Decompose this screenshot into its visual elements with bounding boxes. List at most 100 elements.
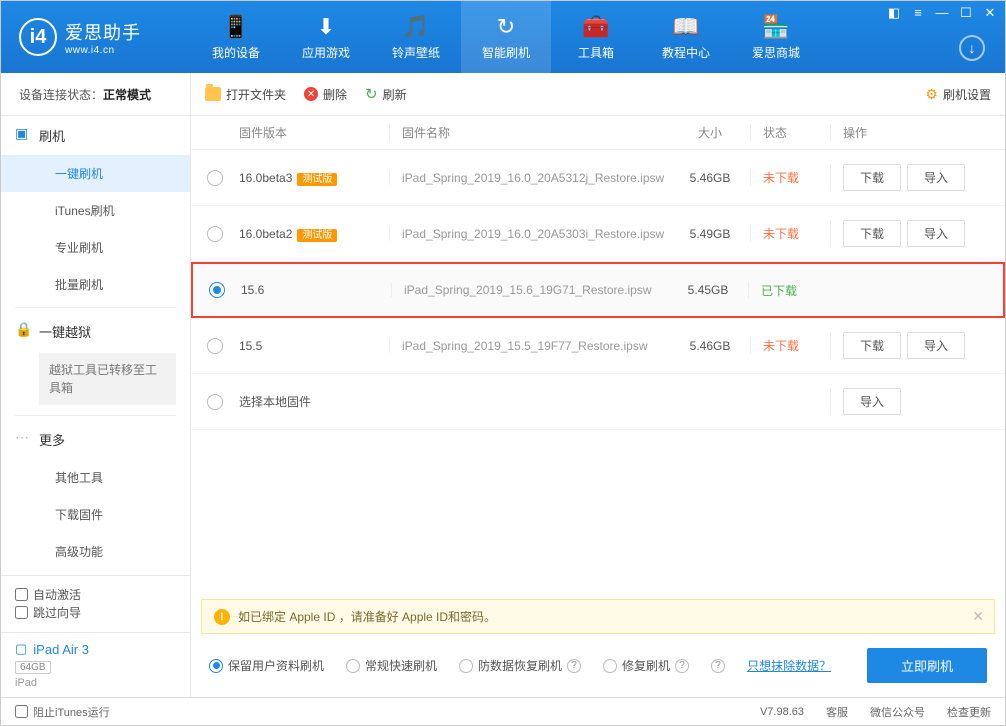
firmware-ops: 下载导入: [830, 220, 1005, 247]
import-button[interactable]: 导入: [907, 220, 965, 247]
firmware-row[interactable]: 16.0beta2测试版 iPad_Spring_2019_16.0_20A53…: [191, 206, 1005, 262]
maximize-icon[interactable]: ☐: [957, 5, 975, 21]
wechat-link[interactable]: 微信公众号: [870, 704, 925, 720]
nav-tab-4[interactable]: 🧰工具箱: [551, 1, 641, 73]
alert-bar: ! 如已绑定 Apple ID ，请准备好 Apple ID和密码。 ✕: [201, 599, 995, 634]
firmware-size: 5.46GB: [670, 171, 750, 185]
radio-icon: [346, 659, 360, 673]
help-icon[interactable]: ?: [675, 659, 689, 673]
sidebar-head-flash[interactable]: ▣刷机: [1, 116, 190, 155]
update-link[interactable]: 检查更新: [947, 704, 991, 720]
sidebar: ▣刷机 一键刷机iTunes刷机专业刷机批量刷机 🔒一键越狱 越狱工具已转移至工…: [1, 116, 191, 697]
sidebar-item-more-0[interactable]: 其他工具: [1, 459, 190, 496]
nav-icon: ⬇: [317, 14, 335, 40]
flash-option-2[interactable]: 防数据恢复刷机?: [459, 657, 581, 674]
skip-guide-checkbox[interactable]: 跳过向导: [15, 604, 81, 621]
firmware-name: iPad_Spring_2019_16.0_20A5303i_Restore.i…: [389, 227, 670, 241]
menu-icon[interactable]: ≡: [909, 5, 927, 21]
nav-tab-3[interactable]: ↻智能刷机: [461, 1, 551, 73]
firmware-size: 5.49GB: [670, 227, 750, 241]
sidebar-item-more-2[interactable]: 高级功能: [1, 533, 190, 570]
firmware-row[interactable]: 16.0beta3测试版 iPad_Spring_2019_16.0_20A53…: [191, 150, 1005, 206]
app-url: www.i4.cn: [65, 45, 141, 56]
firmware-radio[interactable]: [207, 226, 223, 242]
version-text: V7.98.63: [760, 706, 804, 718]
firmware-radio[interactable]: [207, 338, 223, 354]
col-name: 固件名称: [389, 124, 670, 141]
lock-icon: 🔒: [15, 321, 32, 338]
firmware-status: 未下载: [750, 337, 830, 354]
nav-tab-1[interactable]: ⬇ 应用游戏: [281, 1, 371, 73]
device-type: iPad: [15, 677, 176, 689]
firmware-status: 已下载: [748, 282, 828, 299]
flash-option-1[interactable]: 常规快速刷机: [346, 657, 437, 674]
sidebar-item-flash-1[interactable]: iTunes刷机: [1, 192, 190, 229]
flash-option-0[interactable]: 保留用户资料刷机: [209, 657, 324, 674]
sidebar-item-more-1[interactable]: 下载固件: [1, 496, 190, 533]
nav-label: 爱思商城: [752, 44, 800, 61]
import-button[interactable]: 导入: [843, 388, 901, 415]
firmware-status: 未下载: [750, 225, 830, 242]
toolbar: 打开文件夹 ✕删除 ↻刷新 ⚙刷机设置: [191, 85, 1005, 103]
download-button[interactable]: 下载: [843, 220, 901, 247]
col-size: 大小: [670, 124, 750, 141]
import-button[interactable]: 导入: [907, 164, 965, 191]
firmware-row[interactable]: 15.6 iPad_Spring_2019_15.6_19G71_Restore…: [191, 262, 1005, 318]
jailbreak-note: 越狱工具已转移至工具箱: [39, 353, 176, 405]
nav-label: 铃声壁纸: [392, 44, 440, 61]
col-version: 固件版本: [239, 124, 389, 141]
help-icon[interactable]: ?: [567, 659, 581, 673]
firmware-name: iPad_Spring_2019_16.0_20A5312j_Restore.i…: [389, 171, 670, 185]
flash-option-3[interactable]: 修复刷机?: [603, 657, 689, 674]
sidebar-head-more[interactable]: ⋯更多: [1, 420, 190, 459]
download-circle-icon[interactable]: ↓: [959, 35, 985, 61]
more-icon: ⋯: [15, 429, 29, 446]
nav-tab-0[interactable]: 📱我的设备: [191, 1, 281, 73]
sidebar-item-flash-0[interactable]: 一键刷机: [1, 155, 190, 192]
firmware-row[interactable]: 15.5 iPad_Spring_2019_15.5_19F77_Restore…: [191, 318, 1005, 374]
firmware-size: 5.46GB: [670, 339, 750, 353]
flash-now-button[interactable]: 立即刷机: [867, 648, 987, 683]
nav-tab-6[interactable]: 🏪 爱思商城: [731, 1, 821, 73]
beta-badge: 测试版: [297, 229, 337, 242]
beta-badge: 测试版: [297, 173, 337, 186]
nav-tab-5[interactable]: 📖教程中心: [641, 1, 731, 73]
logo-icon: i4: [19, 18, 57, 56]
firmware-size: 5.45GB: [668, 283, 748, 297]
local-firmware-row[interactable]: 选择本地固件 导入: [191, 374, 1005, 430]
sidebar-head-jailbreak[interactable]: 🔒一键越狱: [1, 312, 190, 351]
auto-activate-checkbox[interactable]: 自动激活: [15, 586, 81, 603]
firmware-name: iPad_Spring_2019_15.6_19G71_Restore.ipsw: [391, 283, 668, 297]
app-header: i4 爱思助手 www.i4.cn 📱我的设备⬇应用游戏🎵铃声壁纸↻智能刷机🧰工…: [1, 1, 1005, 73]
download-button[interactable]: 下载: [843, 164, 901, 191]
minimize-icon[interactable]: —: [933, 5, 951, 21]
refresh-button[interactable]: ↻刷新: [365, 85, 407, 103]
help-icon[interactable]: ?: [711, 659, 725, 673]
skin-icon[interactable]: ◧: [885, 5, 903, 21]
nav-label: 教程中心: [662, 44, 710, 61]
sidebar-item-flash-2[interactable]: 专业刷机: [1, 229, 190, 266]
download-button[interactable]: 下载: [843, 332, 901, 359]
firmware-radio[interactable]: [207, 394, 223, 410]
firmware-radio[interactable]: [209, 282, 225, 298]
col-status: 状态: [750, 124, 830, 141]
nav-tab-2[interactable]: 🎵铃声壁纸: [371, 1, 461, 73]
import-button[interactable]: 导入: [907, 332, 965, 359]
open-folder-button[interactable]: 打开文件夹: [205, 86, 286, 103]
block-itunes-checkbox[interactable]: 阻止iTunes运行: [15, 704, 110, 720]
erase-link[interactable]: 只想抹除数据？: [747, 657, 831, 674]
firmware-ops: 下载导入: [830, 332, 1005, 359]
delete-button[interactable]: ✕删除: [304, 86, 347, 103]
nav-icon: 🏪: [762, 14, 789, 40]
device-info[interactable]: ▢iPad Air 3 64GB iPad: [1, 632, 190, 697]
sidebar-item-flash-3[interactable]: 批量刷机: [1, 266, 190, 303]
nav-label: 智能刷机: [482, 44, 530, 61]
flash-settings-button[interactable]: ⚙刷机设置: [925, 86, 991, 103]
window-controls: ◧ ≡ — ☐ ✕: [885, 5, 999, 21]
local-firmware-label: 选择本地固件: [239, 393, 389, 410]
alert-close-icon[interactable]: ✕: [972, 608, 984, 625]
nav-label: 应用游戏: [302, 44, 350, 61]
firmware-radio[interactable]: [207, 170, 223, 186]
close-icon[interactable]: ✕: [981, 5, 999, 21]
service-link[interactable]: 客服: [826, 704, 848, 720]
